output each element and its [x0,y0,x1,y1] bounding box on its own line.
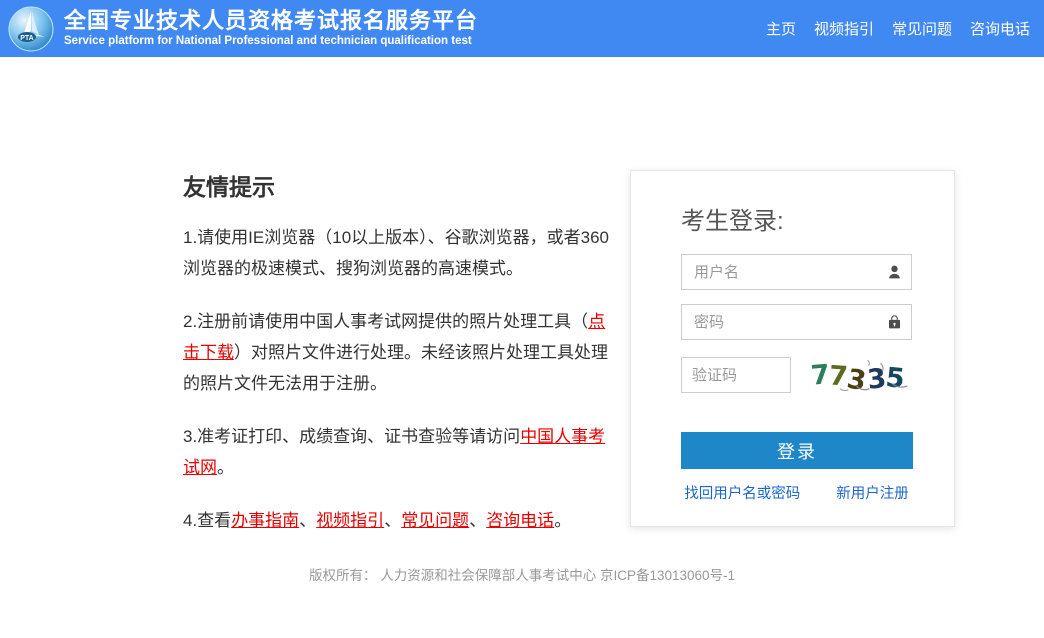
login-button[interactable]: 登录 [681,432,913,469]
tip-item-3: 3.准考证打印、成绩查询、证书查验等请访问中国人事考试网。 [183,421,615,483]
header-nav: 主页 视频指引 常见问题 咨询电话 [766,18,1044,39]
username-input[interactable] [681,254,912,290]
site-subtitle: Service platform for National Profession… [64,34,478,49]
tip-text: 、 [299,511,316,530]
register-link[interactable]: 新用户注册 [836,482,909,503]
password-field-wrap [681,304,912,340]
pta-logo-icon: PTA [8,6,54,52]
tip-item-2: 2.注册前请使用中国人事考试网提供的照片处理工具（点击下载）对照片文件进行处理。… [183,306,615,399]
tip-text: 。 [554,511,571,530]
password-input[interactable] [681,304,912,340]
recover-account-link[interactable]: 找回用户名或密码 [684,482,800,503]
page: PTA 全国专业技术人员资格考试报名服务平台 Service platform … [0,0,1044,638]
tip-text: 、 [384,511,401,530]
login-card: 考生登录: 7 7 3 3 5 [630,170,955,527]
captcha-row: 7 7 3 3 5 [681,354,912,396]
video-guide-link[interactable]: 视频指引 [316,511,384,530]
captcha-image[interactable]: 7 7 3 3 5 [803,354,912,396]
captcha-field-wrap [681,357,791,393]
tips-section: 友情提示 1.请使用IE浏览器（10以上版本）、谷歌浏览器，或者360浏览器的极… [183,168,615,558]
nav-phone[interactable]: 咨询电话 [970,18,1030,39]
lock-icon [886,314,903,331]
copyright-text: 版权所有： 人力资源和社会保障部人事考试中心 京ICP备13013060号-1 [309,568,735,583]
tip-text: 4.查看 [183,511,231,530]
tip-item-1: 1.请使用IE浏览器（10以上版本）、谷歌浏览器，或者360浏览器的极速模式、搜… [183,222,615,284]
svg-text:PTA: PTA [20,35,33,42]
guide-link[interactable]: 办事指南 [231,511,299,530]
tip-text: ）对照片文件进行处理。未经该照片处理工具处理的照片文件无法用于注册。 [183,343,608,393]
header: PTA 全国专业技术人员资格考试报名服务平台 Service platform … [0,0,1044,57]
login-title: 考生登录: [681,201,912,236]
user-icon [886,264,903,281]
tip-text: 2.注册前请使用中国人事考试网提供的照片处理工具（ [183,312,588,331]
nav-video-guide[interactable]: 视频指引 [814,18,874,39]
footer: 版权所有： 人力资源和社会保障部人事考试中心 京ICP备13013060号-1 [0,564,1044,584]
captcha-input[interactable] [681,357,791,393]
phone-link[interactable]: 咨询电话 [486,511,554,530]
tips-title: 友情提示 [183,168,615,202]
faq-link[interactable]: 常见问题 [401,511,469,530]
site-title: 全国专业技术人员资格考试报名服务平台 [64,8,478,34]
captcha-digit: 5 [884,364,906,393]
tip-text: 3.准考证打印、成绩查询、证书查验等请访问 [183,427,520,446]
username-field-wrap [681,254,912,290]
tip-text: 。 [217,458,234,477]
tip-text: 1.请使用IE浏览器（10以上版本）、谷歌浏览器，或者360浏览器的极速模式、搜… [183,228,609,278]
captcha-digit: 3 [845,365,868,395]
tip-item-4: 4.查看办事指南、视频指引、常见问题、咨询电话。 [183,505,615,536]
login-links: 找回用户名或密码 新用户注册 [681,482,912,503]
tip-text: 、 [469,511,486,530]
nav-home[interactable]: 主页 [766,18,796,39]
nav-faq[interactable]: 常见问题 [892,18,952,39]
site-titles: 全国专业技术人员资格考试报名服务平台 Service platform for … [64,8,478,49]
brand: PTA 全国专业技术人员资格考试报名服务平台 Service platform … [0,6,478,52]
